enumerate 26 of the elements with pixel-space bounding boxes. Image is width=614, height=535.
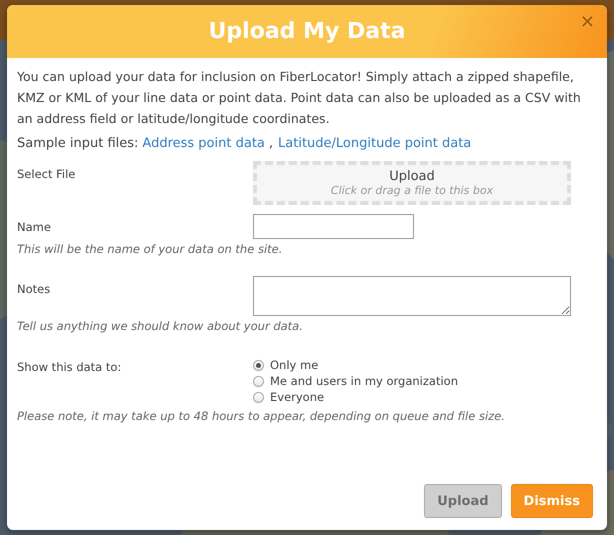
help-text: Tell us anything we should know about your data. [17, 319, 304, 333]
sample-link[interactable]: Latitude/Longitude point data [278, 136, 472, 151]
dialog-title: Upload My Data [208, 19, 406, 44]
radio-label[interactable]: Me and users in my organization [270, 374, 458, 388]
radio-button[interactable] [253, 376, 264, 386]
field-label: Show this data to: [17, 359, 122, 374]
dropzone-title: Upload [389, 169, 435, 184]
field-label: Notes [17, 281, 52, 296]
input-field[interactable] [253, 214, 414, 239]
close-button[interactable]: × [576, 11, 599, 32]
intro-text: You can upload your data for inclusion on FiberLocator! Simply attach a zipped shapefile, KMZ or KML of your line data or point data. Point data can also be uploaded as a CSV with an address field or latitude/longitude coordinates. [17, 68, 582, 128]
note-text: Please note, it may take up to 48 hours to appear, depending on queue and file size. [17, 409, 506, 423]
upload-dropzone[interactable]: Upload Click or drag a file to this box [253, 161, 571, 205]
radio-label[interactable]: Everyone [270, 390, 324, 404]
dropzone-hint: Click or drag a file to this box [330, 184, 494, 197]
notes-field[interactable] [253, 276, 571, 316]
field-label: Name [17, 219, 52, 234]
samples-label: Sample input files: [17, 136, 138, 151]
dismiss-button[interactable]: Dismiss [510, 484, 593, 518]
link-separator: , [268, 136, 274, 151]
field-label: Select File [17, 166, 76, 181]
radio-button[interactable] [253, 392, 264, 402]
radio-label[interactable]: Only me [270, 358, 318, 372]
radio-button[interactable] [253, 360, 264, 370]
help-text: This will be the name of your data on the site. [17, 242, 284, 256]
sample-link[interactable]: Address point data [142, 136, 265, 151]
